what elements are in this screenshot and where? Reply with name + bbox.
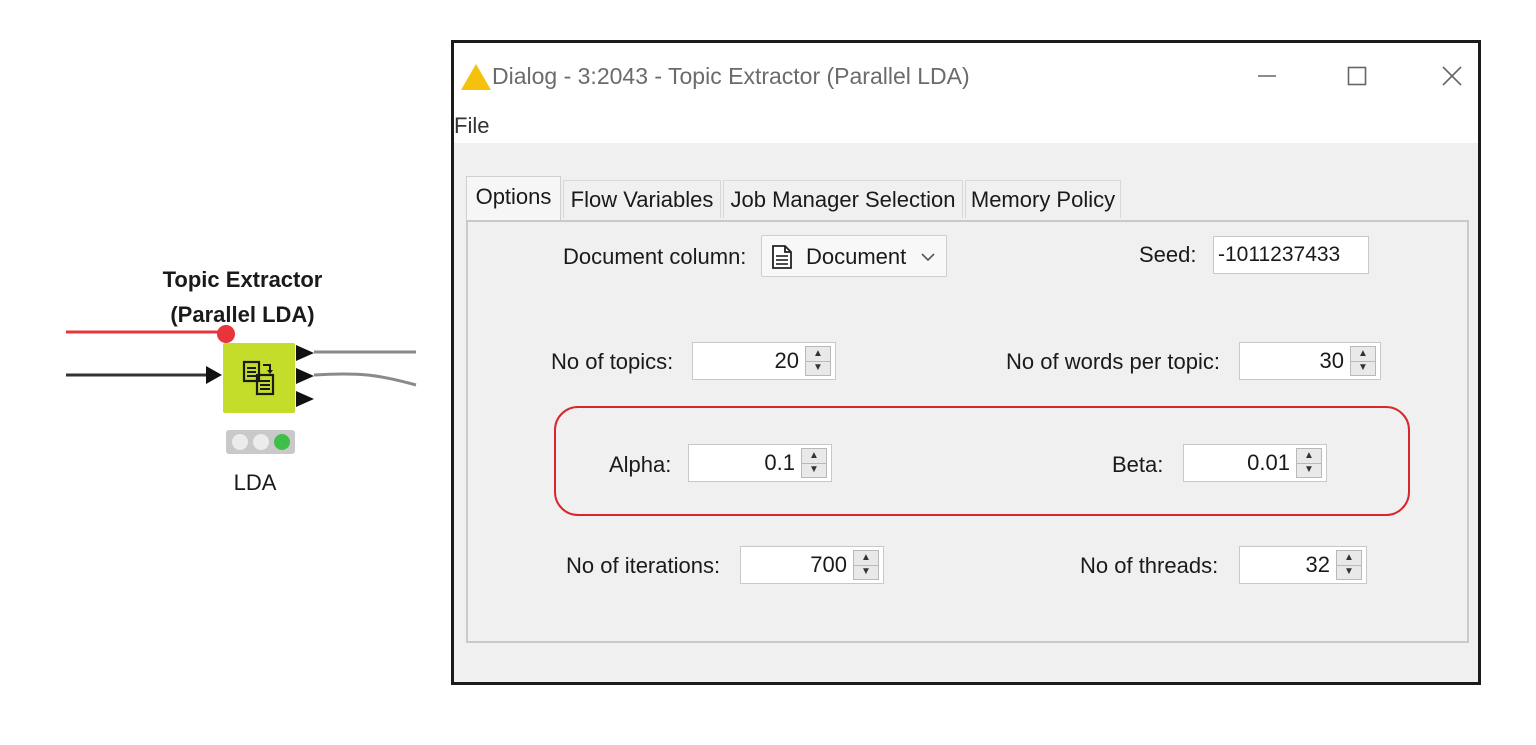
beta-value: 0.01 <box>1247 450 1290 475</box>
dialog-title: Dialog - 3:2043 - Topic Extractor (Paral… <box>492 63 970 89</box>
dialog-window: Dialog - 3:2043 - Topic Extractor (Paral… <box>451 40 1481 685</box>
no-of-iterations-label: No of iterations: <box>566 553 721 578</box>
no-of-topics-input[interactable]: 20 ▲ ▼ <box>692 342 836 380</box>
output-connection-2 <box>313 372 417 387</box>
topic-extractor-node[interactable] <box>223 343 295 413</box>
topic-extractor-icon <box>242 360 275 396</box>
seed-input[interactable]: -1011237433 <box>1213 236 1369 274</box>
status-light-red <box>231 434 248 450</box>
maximize-button[interactable] <box>1334 55 1380 97</box>
spin-down-icon[interactable]: ▼ <box>806 360 830 376</box>
alpha-input[interactable]: 0.1 ▲ ▼ <box>688 444 832 482</box>
node-connections <box>66 325 417 407</box>
no-of-threads-input[interactable]: 32 ▲ ▼ <box>1239 546 1367 584</box>
tab-flow-variables[interactable]: Flow Variables <box>563 180 721 218</box>
no-of-threads-value: 32 <box>1305 552 1330 577</box>
no-of-iterations-input[interactable]: 700 ▲ ▼ <box>740 546 884 584</box>
alpha-value: 0.1 <box>764 450 795 475</box>
tab-memory-policy[interactable]: Memory Policy <box>965 180 1121 218</box>
input-port[interactable] <box>206 366 222 384</box>
document-column-select[interactable]: Document <box>761 235 947 277</box>
spin-up-icon[interactable]: ▲ <box>1337 551 1361 565</box>
output-port-1[interactable] <box>296 345 314 361</box>
spin-down-icon[interactable]: ▼ <box>854 564 878 580</box>
node-label[interactable]: LDA <box>205 470 305 496</box>
spin-down-icon[interactable]: ▼ <box>1297 462 1321 478</box>
seed-value: -1011237433 <box>1218 243 1341 266</box>
node-status-indicator <box>226 430 295 454</box>
status-light-green <box>273 434 290 450</box>
no-of-threads-spinner[interactable]: ▲ ▼ <box>1336 550 1362 580</box>
no-of-words-per-topic-value: 30 <box>1319 348 1344 373</box>
tab-options[interactable]: Options <box>466 176 561 220</box>
flow-variable-port[interactable] <box>217 325 235 343</box>
knime-node-area: Topic Extractor (Parallel LDA) LDA <box>0 0 440 745</box>
spin-up-icon[interactable]: ▲ <box>806 347 830 361</box>
beta-input[interactable]: 0.01 ▲ ▼ <box>1183 444 1327 482</box>
document-column-value: Document <box>806 244 907 269</box>
spin-up-icon[interactable]: ▲ <box>854 551 878 565</box>
output-port-3[interactable] <box>296 391 314 407</box>
beta-spinner[interactable]: ▲ ▼ <box>1296 448 1322 478</box>
tab-job-manager-selection[interactable]: Job Manager Selection <box>723 180 963 218</box>
close-button[interactable] <box>1429 55 1475 97</box>
document-column-label: Document column: <box>563 244 747 269</box>
alpha-label: Alpha: <box>609 452 672 477</box>
no-of-topics-value: 20 <box>774 348 799 373</box>
no-of-words-per-topic-spinner[interactable]: ▲ ▼ <box>1350 346 1376 376</box>
warning-icon <box>461 64 491 90</box>
chevron-down-icon <box>921 253 935 262</box>
menu-bar: File <box>454 109 1478 143</box>
maximize-icon <box>1347 66 1367 86</box>
spin-up-icon[interactable]: ▲ <box>1351 347 1375 361</box>
seed-label: Seed: <box>1139 242 1197 267</box>
minimize-icon <box>1258 75 1276 77</box>
no-of-topics-spinner[interactable]: ▲ ▼ <box>805 346 831 376</box>
spin-down-icon[interactable]: ▼ <box>802 462 826 478</box>
spin-up-icon[interactable]: ▲ <box>1297 449 1321 463</box>
no-of-threads-label: No of threads: <box>1080 553 1219 578</box>
no-of-topics-label: No of topics: <box>551 349 674 374</box>
document-icon <box>772 245 792 269</box>
close-icon <box>1442 66 1462 86</box>
minimize-button[interactable] <box>1244 55 1290 97</box>
status-light-yellow <box>252 434 269 450</box>
no-of-words-per-topic-input[interactable]: 30 ▲ ▼ <box>1239 342 1381 380</box>
no-of-iterations-spinner[interactable]: ▲ ▼ <box>853 550 879 580</box>
output-port-2[interactable] <box>296 368 314 384</box>
beta-label: Beta: <box>1112 452 1164 477</box>
spin-down-icon[interactable]: ▼ <box>1337 564 1361 580</box>
spin-down-icon[interactable]: ▼ <box>1351 360 1375 376</box>
no-of-words-per-topic-label: No of words per topic: <box>1006 349 1220 374</box>
options-panel: Document column: Document Seed: -1011237… <box>466 220 1469 643</box>
alpha-spinner[interactable]: ▲ ▼ <box>801 448 827 478</box>
spin-up-icon[interactable]: ▲ <box>802 449 826 463</box>
no-of-iterations-value: 700 <box>810 552 847 577</box>
title-bar[interactable]: Dialog - 3:2043 - Topic Extractor (Paral… <box>454 43 1478 109</box>
menu-file[interactable]: File <box>454 113 489 139</box>
